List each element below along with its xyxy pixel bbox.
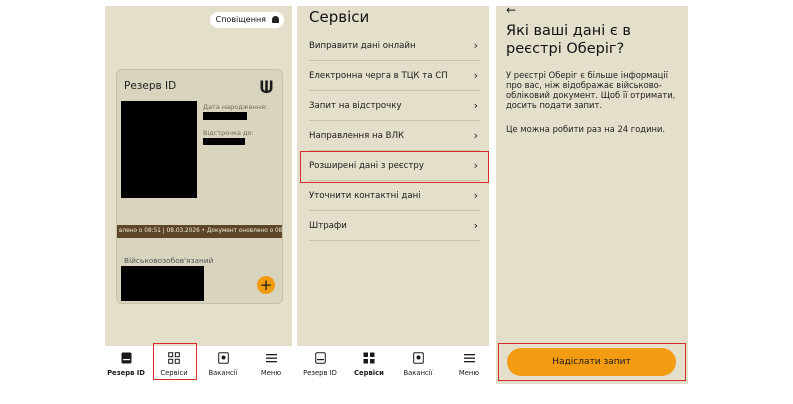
- service-label: Уточнити контактні дані: [309, 191, 421, 201]
- deferral-redacted: [203, 138, 245, 145]
- service-item-fix-data[interactable]: Виправити дані онлайн ›: [309, 31, 480, 61]
- tab-label: Резерв ID: [303, 369, 337, 377]
- page-title: Які ваші дані є в реєстрі Оберіг?: [506, 23, 631, 57]
- notifications-button[interactable]: Сповіщення: [209, 12, 284, 28]
- menu-icon: [265, 354, 277, 363]
- status-label: Військовозобов'язаний: [124, 256, 214, 265]
- tab-vacancies[interactable]: Вакансії: [397, 352, 439, 377]
- tab-label: Меню: [260, 369, 282, 377]
- back-arrow-icon[interactable]: ←: [506, 6, 516, 17]
- service-item-update-contacts[interactable]: Уточнити контактні дані ›: [309, 181, 480, 211]
- tab-menu[interactable]: Меню: [250, 352, 292, 377]
- tab-label: Резерв ID: [107, 369, 145, 377]
- tab-services[interactable]: Сервіси: [348, 352, 390, 377]
- tab-label: Вакансії: [208, 369, 238, 377]
- service-label: Направлення на ВЛК: [309, 131, 405, 141]
- service-label: Виправити дані онлайн: [309, 41, 416, 51]
- tab-bar: Резерв ID Сервіси Вакансії Меню: [105, 346, 292, 384]
- tab-bar: Резерв ID Сервіси Вакансії Меню: [297, 346, 489, 384]
- update-ticker: влено о 08:51 | 08.03.2026 • Документ он…: [117, 225, 282, 238]
- tab-label: Сервіси: [354, 369, 384, 377]
- service-item-e-queue[interactable]: Електронна черга в ТЦК та СП ›: [309, 61, 480, 91]
- tab-reserve-id[interactable]: Резерв ID: [299, 352, 341, 377]
- card-title: Резерв ID: [124, 80, 177, 92]
- birth-date-label: Дата народження:: [203, 103, 268, 111]
- tab-label: Вакансії: [403, 369, 433, 377]
- chevron-right-icon: ›: [473, 39, 478, 52]
- status-redacted: [121, 266, 204, 301]
- send-button-highlight: [498, 343, 686, 381]
- bell-icon: [272, 16, 279, 23]
- service-label: Запит на відстрочку: [309, 101, 402, 111]
- trident-icon: [260, 80, 273, 94]
- services-screen: Сервіси Виправити дані онлайн › Електронн…: [297, 6, 489, 384]
- tab-vacancies[interactable]: Вакансії: [202, 352, 244, 377]
- service-label: Штрафи: [309, 221, 347, 231]
- frequency-note: Це можна робити раз на 24 години.: [506, 124, 666, 134]
- chevron-right-icon: ›: [473, 129, 478, 142]
- services-tab-highlight: [153, 343, 197, 380]
- id-card-icon: [314, 352, 326, 364]
- photo-redacted: [121, 101, 197, 198]
- tab-label: Меню: [458, 369, 480, 377]
- birth-date-redacted: [203, 112, 247, 120]
- grid-icon: [363, 352, 375, 364]
- service-item-deferral-request[interactable]: Запит на відстрочку ›: [309, 91, 480, 121]
- service-item-vlk-referral[interactable]: Направлення на ВЛК ›: [309, 121, 480, 151]
- vacancy-icon: [412, 352, 424, 364]
- chevron-right-icon: ›: [473, 219, 478, 232]
- chevron-right-icon: ›: [473, 69, 478, 82]
- services-list: Виправити дані онлайн › Електронна черга …: [309, 31, 480, 241]
- reserve-id-card[interactable]: Резерв ID Дата народження: Відстрочка до…: [116, 69, 283, 304]
- chevron-right-icon: ›: [473, 99, 478, 112]
- menu-icon: [463, 354, 475, 363]
- add-button[interactable]: +: [257, 276, 275, 294]
- tab-menu[interactable]: Меню: [448, 352, 489, 377]
- vacancy-icon: [217, 352, 229, 364]
- chevron-right-icon: ›: [473, 189, 478, 202]
- reserve-id-screen: Сповіщення Резерв ID Дата народження: Ві…: [105, 6, 292, 384]
- description-text: У реєстрі Оберіг є більше інформації про…: [506, 70, 676, 110]
- service-label: Електронна черга в ТЦК та СП: [309, 71, 448, 81]
- tab-reserve-id[interactable]: Резерв ID: [105, 352, 147, 377]
- notifications-label: Сповіщення: [215, 15, 266, 24]
- page-title: Сервіси: [309, 8, 370, 26]
- registry-request-screen: ← Які ваші дані є в реєстрі Оберіг? У ре…: [496, 6, 688, 384]
- deferral-label: Відстрочка до:: [203, 129, 254, 137]
- extended-data-highlight: [300, 151, 489, 183]
- id-card-icon: [121, 352, 131, 364]
- service-item-fines[interactable]: Штрафи ›: [309, 211, 480, 241]
